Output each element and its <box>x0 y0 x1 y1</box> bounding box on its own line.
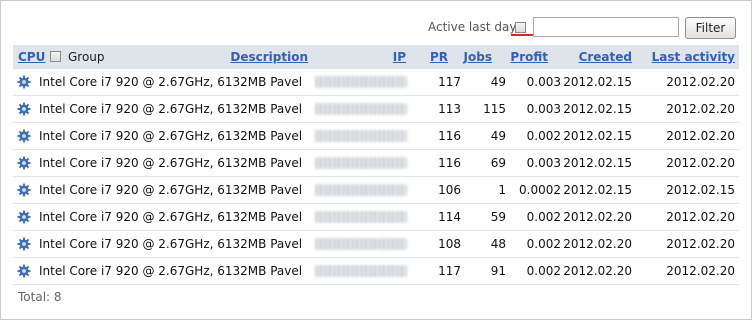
cell-profit: 0.002 <box>526 264 561 278</box>
cell-last-activity: 2012.02.20 <box>666 156 735 170</box>
table-row[interactable]: Intel Core i7 920 @ 2.67GHz, 6132MB Pave… <box>13 204 739 231</box>
annotation-underline <box>511 34 533 36</box>
col-last-activity[interactable]: Last activity <box>652 50 735 64</box>
cell-last-activity: 2012.02.20 <box>666 129 735 143</box>
cell-ip-blurred <box>315 265 407 277</box>
machines-table: CPU Group Description IP PR Jobs Profit … <box>13 45 739 285</box>
cell-description: Intel Core i7 920 @ 2.67GHz, 6132MB Pave… <box>39 183 303 197</box>
table-row[interactable]: Intel Core i7 920 @ 2.67GHz, 6132MB Pave… <box>13 69 739 96</box>
cell-last-activity: 2012.02.20 <box>666 264 735 278</box>
cell-jobs: 1 <box>498 183 506 197</box>
cell-ip-blurred <box>315 103 407 115</box>
cell-pr: 108 <box>438 237 461 251</box>
cell-ip-blurred <box>315 76 407 88</box>
col-description[interactable]: Description <box>230 50 308 64</box>
cell-created: 2012.02.15 <box>563 156 632 170</box>
cell-ip-blurred <box>315 184 407 196</box>
filter-bar: Active last day Filter <box>0 17 752 39</box>
gear-icon[interactable] <box>17 129 31 143</box>
table-row[interactable]: Intel Core i7 920 @ 2.67GHz, 6132MB Pave… <box>13 231 739 258</box>
cell-jobs: 59 <box>490 210 506 224</box>
cell-jobs: 49 <box>490 129 506 143</box>
cell-jobs: 115 <box>483 102 506 116</box>
active-last-day-checkbox[interactable] <box>515 22 526 33</box>
cell-created: 2012.02.15 <box>563 102 632 116</box>
group-checkbox[interactable] <box>50 51 61 62</box>
cell-last-activity: 2012.02.20 <box>666 75 735 89</box>
table-row[interactable]: Intel Core i7 920 @ 2.67GHz, 6132MB Pave… <box>13 177 739 204</box>
col-cpu[interactable]: CPU <box>18 50 45 64</box>
gear-icon[interactable] <box>17 183 31 197</box>
col-profit[interactable]: Profit <box>510 50 548 64</box>
cell-created: 2012.02.20 <box>563 237 632 251</box>
cell-profit: 0.002 <box>526 210 561 224</box>
cell-last-activity: 2012.02.15 <box>666 183 735 197</box>
table-header: CPU Group Description IP PR Jobs Profit … <box>13 45 739 69</box>
cell-ip-blurred <box>315 130 407 142</box>
gear-icon[interactable] <box>17 264 31 278</box>
cell-profit: 0.003 <box>526 156 561 170</box>
table-row[interactable]: Intel Core i7 920 @ 2.67GHz, 6132MB Pave… <box>13 258 739 285</box>
cell-last-activity: 2012.02.20 <box>666 237 735 251</box>
cell-jobs: 69 <box>490 156 506 170</box>
cell-last-activity: 2012.02.20 <box>666 102 735 116</box>
group-label: Group <box>68 50 105 64</box>
active-last-day-label: Active last day <box>428 20 517 34</box>
total-count: Total: 8 <box>18 290 62 304</box>
cell-profit: 0.0002 <box>519 183 561 197</box>
gear-icon[interactable] <box>17 75 31 89</box>
cell-description: Intel Core i7 920 @ 2.67GHz, 6132MB Pave… <box>39 264 303 278</box>
cell-jobs: 48 <box>490 237 506 251</box>
cell-created: 2012.02.15 <box>563 75 632 89</box>
cell-description: Intel Core i7 920 @ 2.67GHz, 6132MB Pave… <box>39 75 303 89</box>
cell-created: 2012.02.15 <box>563 183 632 197</box>
col-jobs[interactable]: Jobs <box>464 50 492 64</box>
cell-profit: 0.003 <box>526 102 561 116</box>
cell-pr: 114 <box>438 210 461 224</box>
cell-jobs: 91 <box>490 264 506 278</box>
cell-ip-blurred <box>315 157 407 169</box>
cell-profit: 0.002 <box>526 237 561 251</box>
cell-created: 2012.02.20 <box>563 210 632 224</box>
cell-pr: 117 <box>438 75 461 89</box>
col-pr[interactable]: PR <box>430 50 448 64</box>
gear-icon[interactable] <box>17 210 31 224</box>
cell-last-activity: 2012.02.20 <box>666 210 735 224</box>
cell-pr: 116 <box>438 156 461 170</box>
cell-pr: 116 <box>438 129 461 143</box>
cell-description: Intel Core i7 920 @ 2.67GHz, 6132MB Pave… <box>39 156 303 170</box>
table-row[interactable]: Intel Core i7 920 @ 2.67GHz, 6132MB Pave… <box>13 96 739 123</box>
table-row[interactable]: Intel Core i7 920 @ 2.67GHz, 6132MB Pave… <box>13 150 739 177</box>
gear-icon[interactable] <box>17 156 31 170</box>
cell-ip-blurred <box>315 211 407 223</box>
col-created[interactable]: Created <box>579 50 632 64</box>
cell-description: Intel Core i7 920 @ 2.67GHz, 6132MB Pave… <box>39 210 303 224</box>
cell-created: 2012.02.20 <box>563 264 632 278</box>
cell-jobs: 49 <box>490 75 506 89</box>
cell-pr: 117 <box>438 264 461 278</box>
table-body: Intel Core i7 920 @ 2.67GHz, 6132MB Pave… <box>13 69 739 285</box>
cell-ip-blurred <box>315 238 407 250</box>
filter-button[interactable]: Filter <box>685 17 736 39</box>
gear-icon[interactable] <box>17 102 31 116</box>
gear-icon[interactable] <box>17 237 31 251</box>
cell-description: Intel Core i7 920 @ 2.67GHz, 6132MB Pave… <box>39 129 303 143</box>
cell-profit: 0.003 <box>526 75 561 89</box>
cell-description: Intel Core i7 920 @ 2.67GHz, 6132MB Pave… <box>39 102 303 116</box>
cell-description: Intel Core i7 920 @ 2.67GHz, 6132MB Pave… <box>39 237 303 251</box>
cell-pr: 106 <box>438 183 461 197</box>
cell-profit: 0.002 <box>526 129 561 143</box>
cell-created: 2012.02.15 <box>563 129 632 143</box>
filter-input[interactable] <box>533 17 679 37</box>
cell-pr: 113 <box>438 102 461 116</box>
col-ip[interactable]: IP <box>393 50 406 64</box>
table-row[interactable]: Intel Core i7 920 @ 2.67GHz, 6132MB Pave… <box>13 123 739 150</box>
